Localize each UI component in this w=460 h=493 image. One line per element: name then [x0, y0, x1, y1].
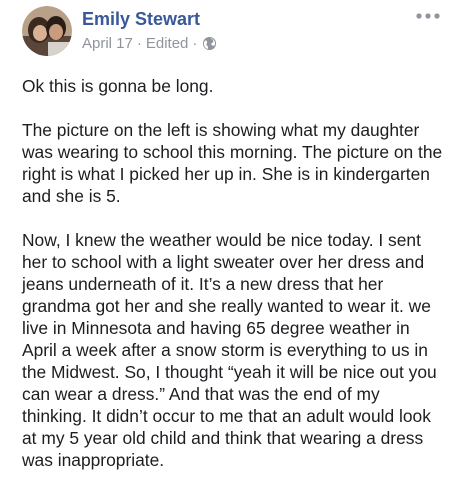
post-paragraph: The picture on the left is showing what … [22, 120, 443, 206]
post-date[interactable]: April 17 [82, 35, 133, 52]
post-paragraph: Now, I knew the weather would be nice to… [22, 230, 437, 470]
more-options-button[interactable] [414, 8, 442, 24]
edited-label[interactable]: Edited [146, 35, 189, 52]
globe-icon[interactable] [202, 36, 217, 51]
avatar-photo-icon [22, 6, 72, 56]
post-header: Emily Stewart April 17 · Edited · [22, 6, 442, 58]
avatar[interactable] [22, 6, 72, 56]
meta-separator: · [136, 35, 142, 52]
more-options-icon [416, 13, 440, 19]
meta-separator: · [192, 35, 198, 52]
author-name[interactable]: Emily Stewart [82, 9, 200, 30]
post-body: Ok this is gonna be long. The picture on… [22, 75, 447, 493]
post-paragraph: Ok this is gonna be long. [22, 76, 214, 96]
facebook-post: Emily Stewart April 17 · Edited · Ok thi… [0, 0, 460, 477]
post-meta: April 17 · Edited · [82, 35, 217, 52]
